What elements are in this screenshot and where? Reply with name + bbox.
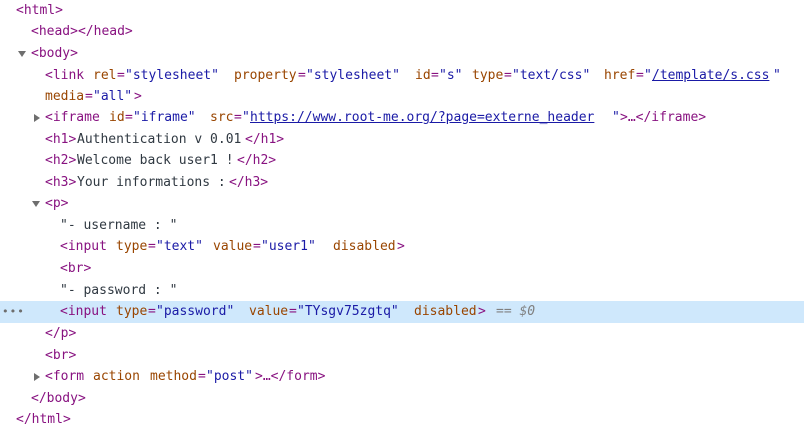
form-close-tag: >…</form> [255,369,326,384]
head-tag: <head></head> [31,24,133,39]
link-property-attr-name: property [234,68,297,83]
link-rel-attr-name: rel [93,68,117,83]
elements-tree: <html> <head></head> <body> <link rel = … [0,0,804,438]
triangle-right-icon[interactable] [34,373,40,381]
body-close-tag: </body> [31,391,86,406]
input2-value-attr-name: value [249,304,289,319]
input1-type-attr-name: type [116,239,148,254]
h1-close-tag: </h1> [245,132,285,147]
input2-type-attr-name: type [116,304,148,319]
iframe-id-attr-name: id [109,110,125,125]
p-open-tag: <p> [45,196,69,211]
node-username-text[interactable]: "- username : " [0,216,804,236]
link-href-attr-name: href [604,68,636,83]
input2-disabled-attr: disabled [414,304,477,319]
h3-open-tag: <h3> [45,175,77,190]
ellipsis-icon[interactable]: ••• [2,301,25,323]
link-media-attr-value: "all" [93,89,133,104]
h3-text: Your informations : [77,175,226,190]
console-reference: == $0 [496,304,536,319]
input1-type-attr-value: "text" [156,239,203,254]
node-p-close[interactable]: </p> [0,324,804,344]
node-link[interactable]: <link rel = "stylesheet" property = "sty… [0,66,804,86]
node-head[interactable]: <head></head> [0,22,804,42]
iframe-close-tag: >…</iframe> [620,110,707,125]
node-h2[interactable]: <h2> Welcome back user1 ! </h2> [0,151,804,171]
triangle-right-icon[interactable] [34,114,40,122]
input1-value-attr-value: "user1" [261,239,316,254]
node-h1[interactable]: <h1> Authentication v 0.01 </h1> [0,130,804,150]
h2-open-tag: <h2> [45,153,77,168]
node-link-continued[interactable]: media = "all" > [0,87,804,107]
iframe-src-attr-name: src [210,110,234,125]
node-input-username[interactable]: <input type = "text" value = "user1" dis… [0,237,804,257]
node-html-open[interactable]: <html> [0,1,804,21]
input1-value-attr-name: value [213,239,253,254]
form-method-attr-value: "post" [206,369,253,384]
link-rel-attr-value: "stylesheet" [125,68,219,83]
input2-value-attr-value: "TYsgv75zgtq" [297,304,399,319]
form-method-attr-name: method [150,369,197,384]
node-br-2[interactable]: <br> [0,346,804,366]
body-open-tag: <body> [31,46,78,61]
input1-open-tag: <input [60,239,107,254]
h3-close-tag: </h3> [229,175,269,190]
node-br-1[interactable]: <br> [0,259,804,279]
node-h3[interactable]: <h3> Your informations : </h3> [0,173,804,193]
br-tag: <br> [45,348,77,363]
node-input-password-selected[interactable]: ••• <input type = "password" value = "TY… [0,301,804,323]
link-open-tag: <link [45,68,85,83]
node-password-text[interactable]: "- password : " [0,281,804,301]
triangle-down-icon[interactable] [18,51,26,57]
link-id-attr-name: id [415,68,431,83]
html-close-tag: </html> [16,412,71,427]
input1-disabled-attr: disabled [333,239,396,254]
node-iframe[interactable]: <iframe id = "iframe" src = " https://ww… [0,108,804,128]
h1-text: Authentication v 0.01 [77,132,242,147]
node-form[interactable]: <form action method = "post" >…</form> [0,367,804,387]
node-body-open[interactable]: <body> [0,44,804,64]
h1-open-tag: <h1> [45,132,77,147]
node-html-close[interactable]: </html> [0,410,804,430]
iframe-id-attr-value: "iframe" [133,110,196,125]
link-type-attr-name: type [472,68,504,83]
h2-close-tag: </h2> [237,153,277,168]
iframe-open-tag: <iframe [45,110,100,125]
link-property-attr-value: "stylesheet" [306,68,400,83]
link-href-link[interactable]: /template/s.css [652,66,769,86]
input2-type-attr-value: "password" [156,304,235,319]
link-media-attr-name: media [45,89,85,104]
form-action-attr-name: action [93,369,140,384]
link-type-attr-value: "text/css" [512,68,591,83]
node-body-close[interactable]: </body> [0,389,804,409]
form-open-tag: <form [45,369,85,384]
node-p-open[interactable]: <p> [0,194,804,214]
username-text: "- username : " [60,218,178,233]
triangle-down-icon[interactable] [32,201,40,207]
p-close-tag: </p> [45,326,77,341]
password-text: "- password : " [60,283,178,298]
h2-text: Welcome back user1 ! [77,153,234,168]
link-id-attr-value: "s" [439,68,463,83]
br-tag: <br> [60,261,92,276]
iframe-src-link[interactable]: https://www.root-me.org/?page=externe_he… [250,108,594,128]
input2-open-tag: <input [60,304,107,319]
html-open-tag: <html> [16,3,63,18]
